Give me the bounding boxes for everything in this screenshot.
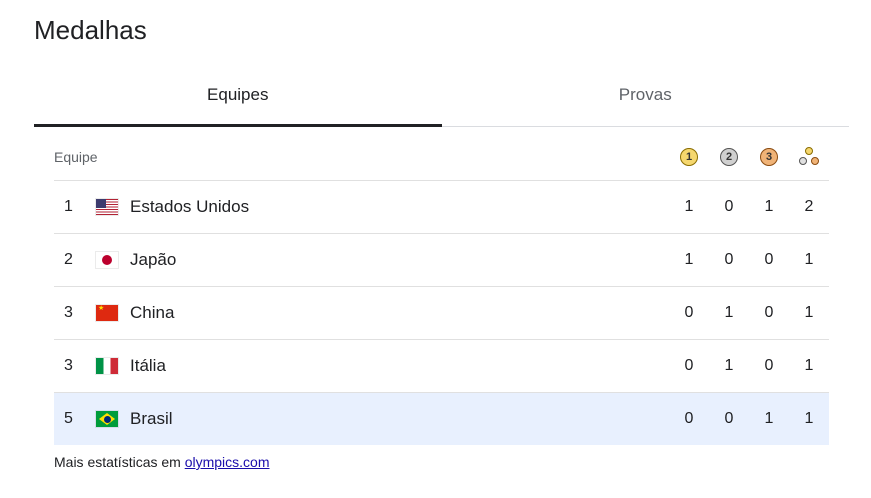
gold-count: 1	[684, 251, 694, 268]
medal-table: Equipe 1 2 3 1 Estados Unidos 1 0 1 2 2 …	[54, 134, 829, 445]
rank-cell: 5	[64, 410, 73, 427]
flag-japan-icon	[96, 252, 118, 268]
silver-count: 0	[724, 251, 734, 268]
country-name: China	[130, 303, 175, 322]
flag-italy-icon	[96, 358, 118, 374]
tab-equipes[interactable]: Equipes	[34, 66, 442, 127]
bronze-count: 0	[764, 251, 774, 268]
bronze-count: 0	[764, 357, 774, 374]
bronze-medal-icon: 3	[760, 148, 778, 166]
country-name: Japão	[130, 250, 177, 269]
bronze-count: 1	[764, 410, 774, 427]
olympics-link[interactable]: olympics.com	[185, 454, 270, 470]
country-name: Itália	[130, 356, 166, 375]
total-count: 1	[804, 357, 814, 374]
table-row[interactable]: 1 Estados Unidos 1 0 1 2	[54, 181, 829, 234]
silver-count: 1	[724, 357, 734, 374]
total-count: 1	[804, 304, 814, 321]
table-row-highlighted[interactable]: 5 Brasil 0 0 1 1	[54, 393, 829, 445]
total-count: 1	[804, 251, 814, 268]
bronze-column-header: 3	[749, 148, 789, 166]
silver-count: 1	[724, 304, 734, 321]
rank-cell: 3	[64, 304, 73, 321]
page-title: Medalhas	[34, 15, 147, 45]
country-name: Estados Unidos	[130, 197, 250, 216]
gold-medal-icon: 1	[680, 148, 698, 166]
total-column-header	[789, 146, 829, 168]
medals-total-icon	[798, 146, 820, 168]
flag-brazil-icon	[96, 411, 118, 427]
rank-cell: 1	[64, 198, 73, 215]
footer-text: Mais estatísticas em	[54, 454, 185, 470]
tab-provas[interactable]: Provas	[442, 66, 850, 126]
silver-column-header: 2	[709, 148, 749, 166]
table-row[interactable]: 2 Japão 1 0 0 1	[54, 234, 829, 287]
table-row[interactable]: 3 China 0 1 0 1	[54, 287, 829, 340]
rank-cell: 2	[64, 251, 73, 268]
silver-count: 0	[724, 410, 734, 427]
gold-count: 0	[684, 410, 694, 427]
gold-count: 0	[684, 304, 694, 321]
flag-usa-icon	[96, 199, 118, 215]
gold-count: 0	[684, 357, 694, 374]
tab-bar: Equipes Provas	[34, 66, 849, 127]
table-row[interactable]: 3 Itália 0 1 0 1	[54, 340, 829, 393]
country-name: Brasil	[130, 409, 173, 428]
total-count: 2	[804, 198, 814, 215]
silver-count: 0	[724, 198, 734, 215]
bronze-count: 0	[764, 304, 774, 321]
table-header: Equipe 1 2 3	[54, 134, 829, 181]
flag-china-icon	[96, 305, 118, 321]
team-column-header: Equipe	[54, 149, 98, 165]
gold-column-header: 1	[669, 148, 709, 166]
gold-count: 1	[684, 198, 694, 215]
total-count: 1	[804, 410, 814, 427]
bronze-count: 1	[764, 198, 774, 215]
footer: Mais estatísticas em olympics.com	[54, 454, 270, 470]
silver-medal-icon: 2	[720, 148, 738, 166]
rank-cell: 3	[64, 357, 73, 374]
